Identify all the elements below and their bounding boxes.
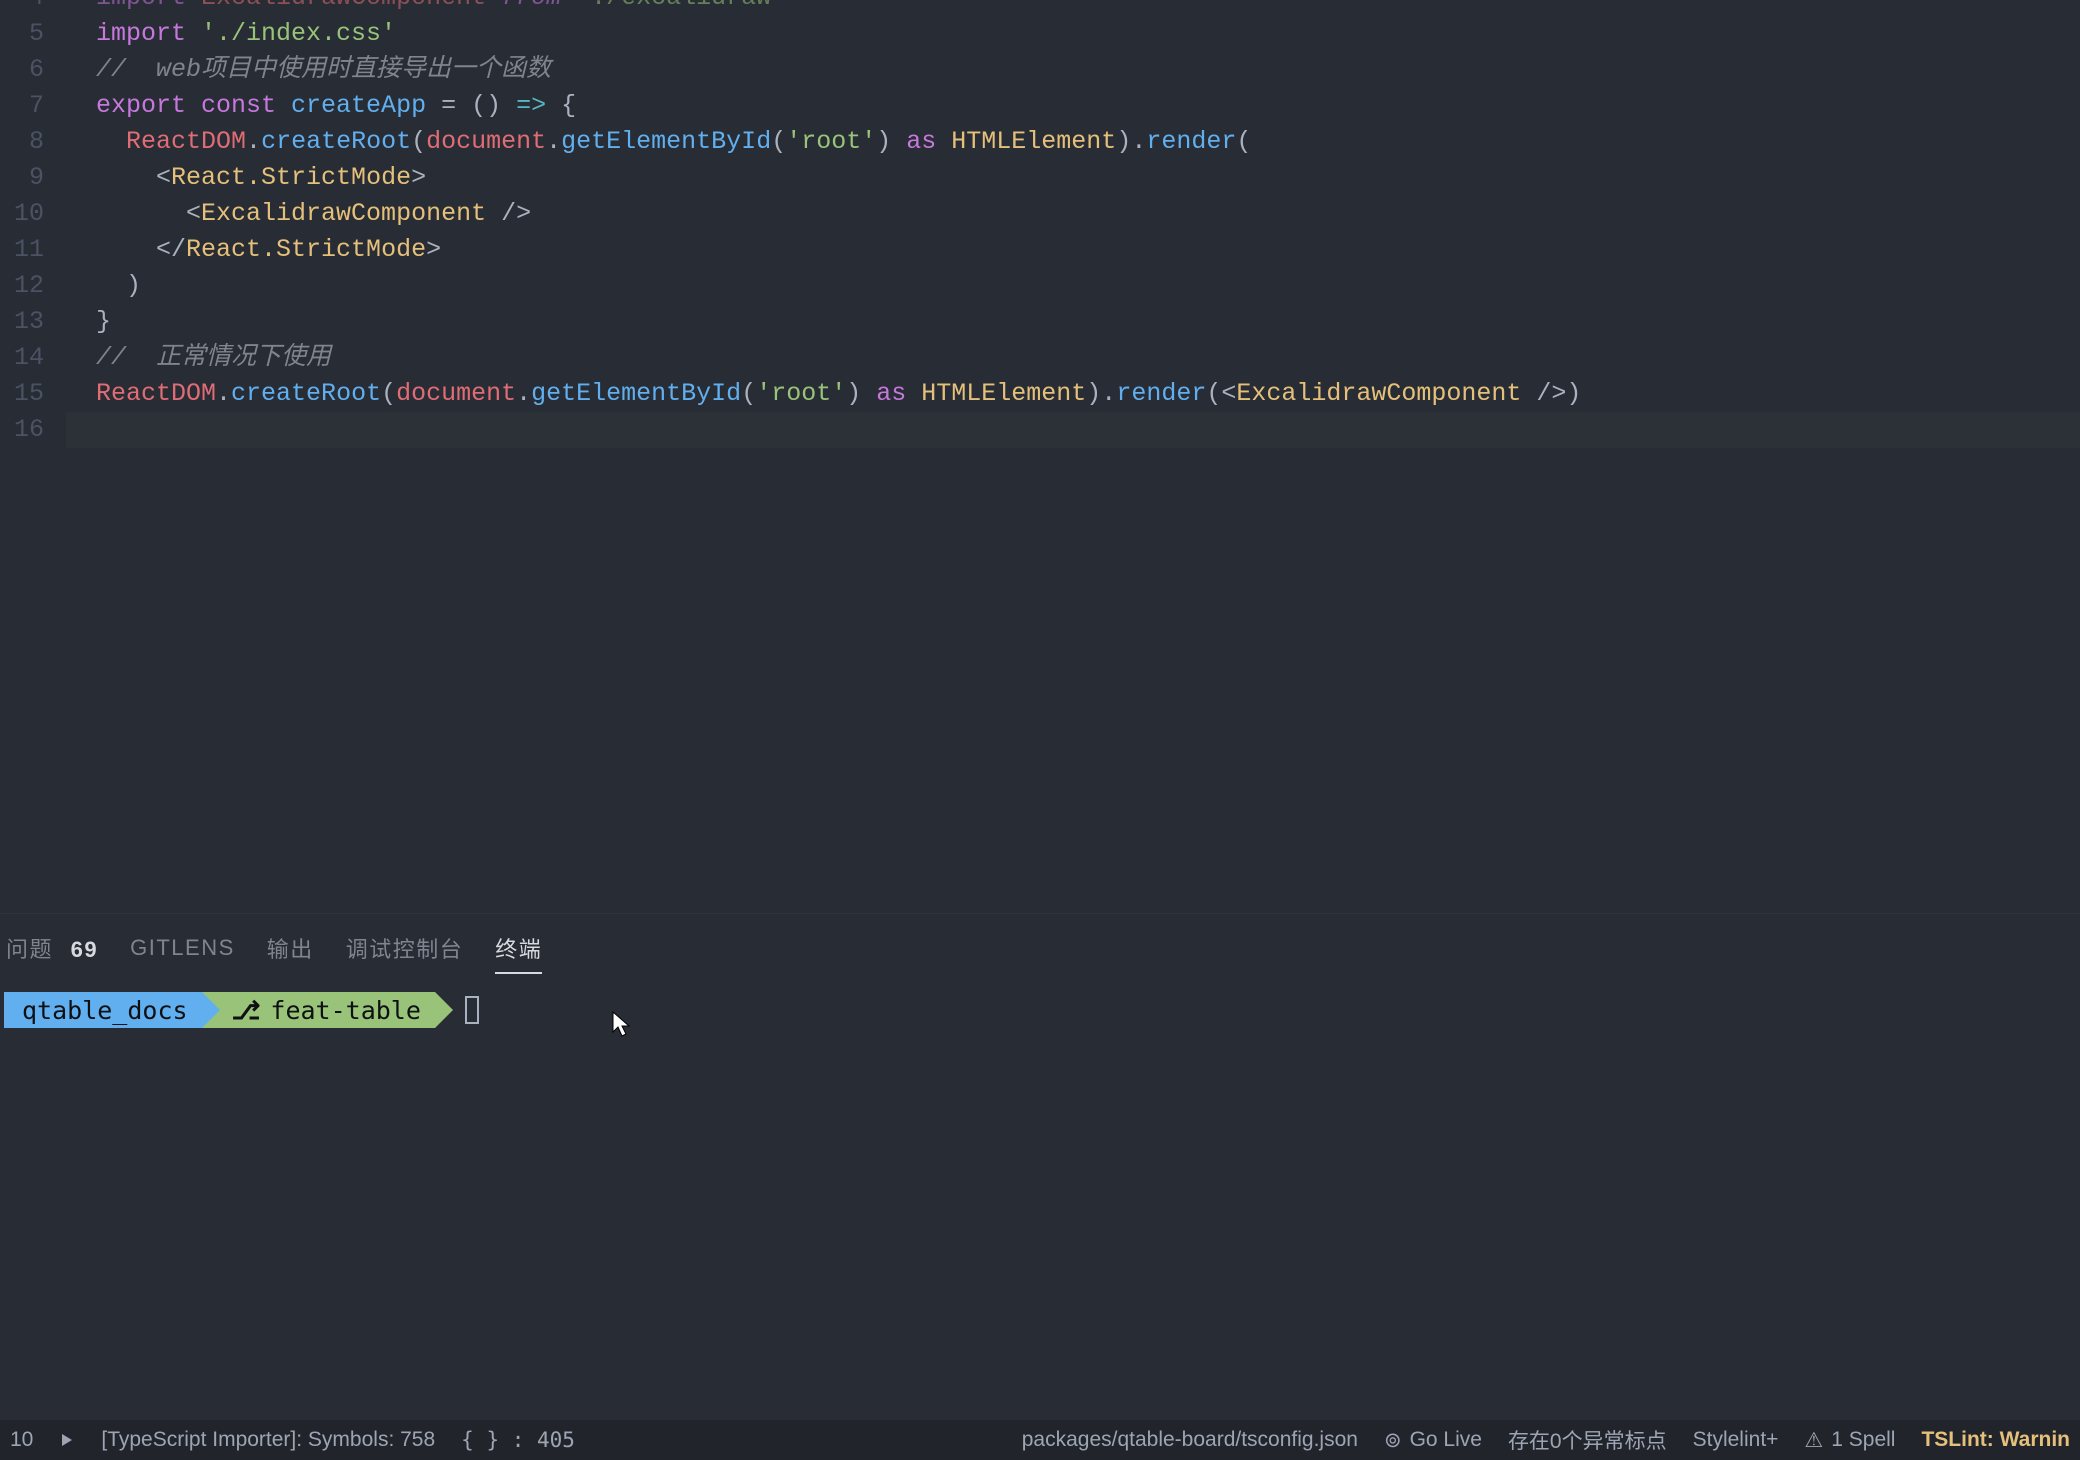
line-number: 8: [0, 124, 66, 160]
panel-tab-label: 输出: [267, 937, 314, 962]
code-line[interactable]: ReactDOM.createRoot(document.getElementB…: [66, 376, 2080, 412]
git-branch-icon: ⎇: [232, 996, 261, 1025]
line-number: 7: [0, 88, 66, 124]
prompt-segment-git: ⎇ feat-table: [202, 992, 435, 1028]
bottom-panel: 问题 69 GITLENS 输出 调试控制台 终端 qtable_docs ⎇ …: [0, 913, 2080, 1420]
line-number: 16: [0, 412, 66, 448]
code-editor[interactable]: 45678910111213141516 import ExcalidrawCo…: [0, 0, 2080, 913]
code-line[interactable]: // web项目中使用时直接导出一个函数: [66, 52, 2080, 88]
line-number: 14: [0, 340, 66, 376]
code-line[interactable]: import './index.css': [66, 16, 2080, 52]
status-item-stylelint[interactable]: Stylelint+: [1693, 1428, 1779, 1452]
code-line[interactable]: <ExcalidrawComponent />: [66, 196, 2080, 232]
panel-tab-problems[interactable]: 问题 69: [6, 932, 98, 972]
status-bar: 10 [TypeScript Importer]: Symbols: 758 {…: [0, 1420, 2080, 1460]
git-branch-name: feat-table: [270, 996, 421, 1025]
code-line[interactable]: ReactDOM.createRoot(document.getElementB…: [66, 124, 2080, 160]
line-number: 5: [0, 16, 66, 52]
status-item-play-icon[interactable]: [59, 1432, 75, 1448]
code-line[interactable]: <React.StrictMode>: [66, 160, 2080, 196]
line-number: 15: [0, 376, 66, 412]
broadcast-icon: ⊚: [1384, 1428, 1402, 1453]
prompt-segment-cwd: qtable_docs: [4, 992, 202, 1028]
code-line[interactable]: // 正常情况下使用: [66, 340, 2080, 376]
status-item-tslint[interactable]: TSLint: Warnin: [1921, 1428, 2070, 1452]
status-item-filepath[interactable]: packages/qtable-board/tsconfig.json: [1022, 1428, 1358, 1452]
line-number: 9: [0, 160, 66, 196]
terminal-cursor: [465, 996, 479, 1024]
line-number-gutter: 45678910111213141516: [0, 0, 66, 448]
panel-tab-output[interactable]: 输出: [267, 932, 314, 972]
panel-tab-gitlens[interactable]: GITLENS: [130, 935, 235, 969]
panel-tab-label: 终端: [495, 937, 542, 962]
status-item-spell[interactable]: ⚠ 1 Spell: [1804, 1428, 1895, 1453]
panel-tab-debug-console[interactable]: 调试控制台: [346, 932, 464, 972]
panel-tab-bar: 问题 69 GITLENS 输出 调试控制台 终端: [0, 914, 2080, 984]
status-item-golive[interactable]: ⊚ Go Live: [1384, 1428, 1482, 1453]
terminal-prompt: qtable_docs ⎇ feat-table: [4, 992, 2076, 1028]
panel-tab-terminal[interactable]: 终端: [495, 932, 542, 972]
line-number: 6: [0, 52, 66, 88]
status-item-cursors[interactable]: 存在0个异常标点: [1508, 1425, 1667, 1455]
status-item-braces[interactable]: { } : 405: [461, 1428, 575, 1452]
code-line[interactable]: </React.StrictMode>: [66, 232, 2080, 268]
warning-icon: ⚠: [1804, 1428, 1823, 1453]
status-item-left-number[interactable]: 10: [10, 1428, 33, 1452]
code-content[interactable]: import ExcalidrawComponent from './excal…: [66, 0, 2080, 448]
code-line[interactable]: import ExcalidrawComponent from './excal…: [66, 0, 2080, 16]
panel-tab-label: GITLENS: [130, 935, 235, 960]
panel-tab-label: 调试控制台: [346, 937, 464, 962]
line-number: 13: [0, 304, 66, 340]
line-number: 11: [0, 232, 66, 268]
code-line[interactable]: export const createApp = () => {: [66, 88, 2080, 124]
problems-count-badge: 69: [71, 937, 98, 962]
line-number: 10: [0, 196, 66, 232]
code-line[interactable]: ): [66, 268, 2080, 304]
terminal-view[interactable]: qtable_docs ⎇ feat-table: [0, 984, 2080, 1420]
panel-tab-label: 问题: [6, 937, 53, 962]
code-line[interactable]: }: [66, 304, 2080, 340]
status-item-ts-importer[interactable]: [TypeScript Importer]: Symbols: 758: [101, 1428, 435, 1452]
line-number: 12: [0, 268, 66, 304]
code-line[interactable]: [66, 412, 2080, 448]
line-number: 4: [0, 0, 66, 16]
